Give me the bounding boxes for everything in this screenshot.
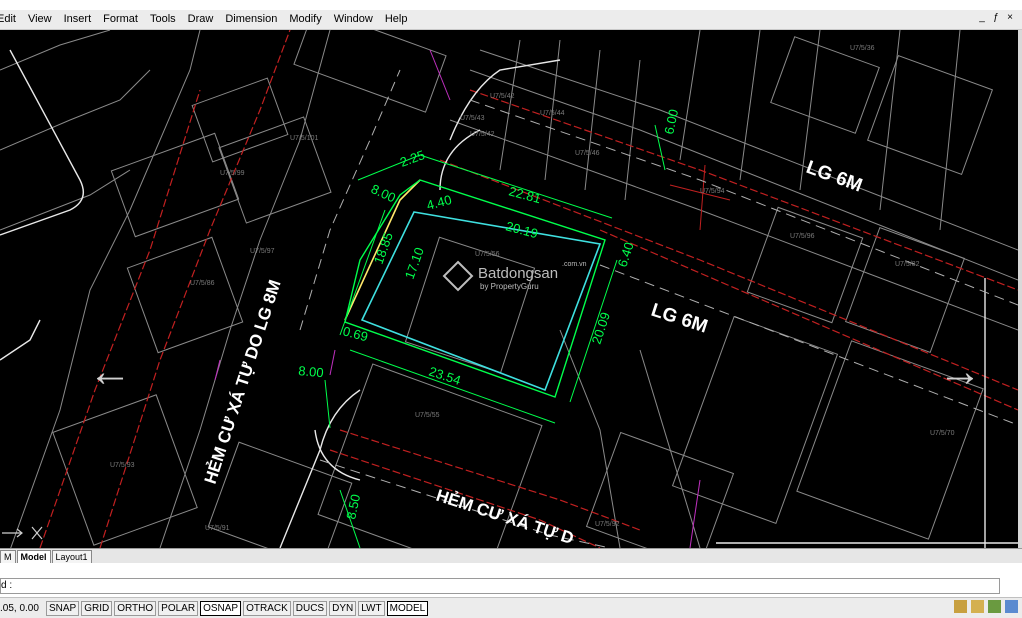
command-line[interactable]: d :	[0, 578, 1000, 594]
lot-label: U7/5/43	[460, 115, 485, 122]
command-prompt: d :	[1, 580, 13, 591]
menu-modify[interactable]: Modify	[283, 10, 327, 29]
menu-help[interactable]: Help	[379, 10, 414, 29]
close-icon[interactable]: ×	[1004, 12, 1016, 24]
restore-icon[interactable]: ƒ	[990, 12, 1002, 24]
lot-label: U7/5/94	[700, 188, 725, 195]
magenta-lines	[214, 49, 701, 548]
lot-label: U7/5/99	[220, 170, 245, 177]
next-arrow-icon[interactable]: →	[938, 350, 982, 394]
road-label-lg6m-mid: LG 6M	[648, 300, 710, 338]
tab-layout1[interactable]: Layout1	[51, 550, 92, 563]
lot-label: U7/5/96	[790, 233, 815, 240]
lot-label: U7/5/97	[250, 248, 275, 255]
previous-arrow-icon[interactable]: ←	[88, 350, 132, 394]
dim-22-81: 22.81	[507, 183, 542, 206]
road-label-hem-8m: HẺM CƯ XÁ TỰ DO LG 8M	[201, 277, 285, 486]
cad-drawing: LG 6M LG 6M HẺM CƯ XÁ TỰ DO LG 8M HẺM CƯ…	[0, 30, 1018, 548]
watermark-byline: by PropertyGuru	[480, 282, 539, 291]
lot-label: U7/5/56	[475, 251, 500, 258]
lot-label: U7/5/46	[575, 150, 600, 157]
dim-2-25: 2.25	[398, 147, 427, 170]
top-strip	[0, 0, 1022, 10]
lot-label: U7/5/86	[190, 280, 215, 287]
snap-toggle[interactable]: SNAP	[46, 600, 80, 616]
dim-20-19: 20.19	[504, 218, 539, 241]
watermark-logo-icon	[442, 260, 474, 292]
road-label-hem-bottom: HẺM CƯ XÁ TỰ D	[434, 486, 576, 548]
status-tray	[954, 600, 1018, 613]
window-controls: _ ƒ ×	[976, 12, 1016, 24]
menu-insert[interactable]: Insert	[58, 10, 98, 29]
dim-8-50: 8.50	[343, 493, 363, 521]
ucs-icon	[2, 526, 43, 540]
road-edges	[0, 49, 1018, 548]
menu-tools[interactable]: Tools	[144, 10, 182, 29]
lot-label: U7/5/36	[850, 45, 875, 52]
lot-label: U7/5/70	[930, 430, 955, 437]
tab-model[interactable]: Model	[16, 550, 51, 563]
clean-screen-icon[interactable]	[1005, 600, 1018, 613]
watermark: .com.vn Batdongsan by PropertyGuru	[442, 260, 587, 292]
annotation-scale-icon[interactable]	[954, 600, 967, 613]
dim-8-00-top: 8.00	[369, 181, 398, 205]
lock-icon[interactable]	[971, 600, 984, 613]
lot-label: U7/5/82	[895, 261, 920, 268]
vertical-scrollbar[interactable]	[1018, 30, 1022, 548]
osnap-toggle[interactable]: OSNAP	[200, 600, 242, 616]
coordinate-readout: .05, 0.00	[0, 602, 39, 614]
tab-nav[interactable]: M	[0, 550, 16, 563]
dyn-toggle[interactable]: DYN	[329, 600, 357, 616]
otrack-toggle[interactable]: OTRACK	[243, 600, 291, 616]
dim-0-69: 0.69	[341, 323, 369, 344]
dim-20-09: 20.09	[589, 310, 613, 346]
menu-dimension[interactable]: Dimension	[219, 10, 283, 29]
lot-label: U7/5/42	[470, 131, 495, 138]
minimize-icon[interactable]: _	[976, 12, 988, 24]
dim-6-40: 6.40	[615, 240, 637, 269]
parcel-cyan	[360, 211, 602, 392]
tray-settings-icon[interactable]	[988, 600, 1001, 613]
menu-bar: Edit View Insert Format Tools Draw Dimen…	[0, 10, 1022, 30]
ortho-toggle[interactable]: ORTHO	[114, 600, 157, 616]
dim-8-00-bottom: 8.00	[298, 363, 325, 380]
dim-17-10: 17.10	[402, 245, 427, 281]
lot-label: U7/5/44	[540, 110, 565, 117]
road-label-lg6m-top: LG 6M	[803, 157, 865, 197]
lwt-toggle[interactable]: LWT	[358, 600, 385, 616]
drawing-canvas[interactable]: LG 6M LG 6M HẺM CƯ XÁ TỰ DO LG 8M HẺM CƯ…	[0, 30, 1018, 548]
watermark-brand: Batdongsan	[478, 265, 558, 282]
lot-label: U7/5/92	[595, 521, 620, 528]
lot-label: U7/5/55	[415, 412, 440, 419]
red-crosshair	[669, 164, 731, 231]
ducs-toggle[interactable]: DUCS	[292, 600, 328, 616]
menu-edit[interactable]: Edit	[0, 10, 22, 29]
polar-toggle[interactable]: POLAR	[158, 600, 199, 616]
menu-window[interactable]: Window	[328, 10, 379, 29]
menu-draw[interactable]: Draw	[182, 10, 220, 29]
grid-toggle[interactable]: GRID	[81, 600, 113, 616]
lot-label: U7/5/93	[110, 462, 135, 469]
layout-tabs: M Model Layout1	[0, 548, 1022, 563]
lot-label: U7/5/91	[205, 525, 230, 532]
model-toggle[interactable]: MODEL	[386, 600, 429, 616]
lot-label: U7/5/101	[290, 135, 319, 142]
menu-format[interactable]: Format	[97, 10, 144, 29]
watermark-domain: .com.vn	[562, 261, 587, 268]
status-bar: .05, 0.00 SNAP GRID ORTHO POLAR OSNAP OT…	[0, 597, 1022, 618]
dim-4-40: 4.40	[425, 192, 453, 213]
menu-view[interactable]: View	[22, 10, 58, 29]
lot-label: U7/5/42	[490, 93, 515, 100]
